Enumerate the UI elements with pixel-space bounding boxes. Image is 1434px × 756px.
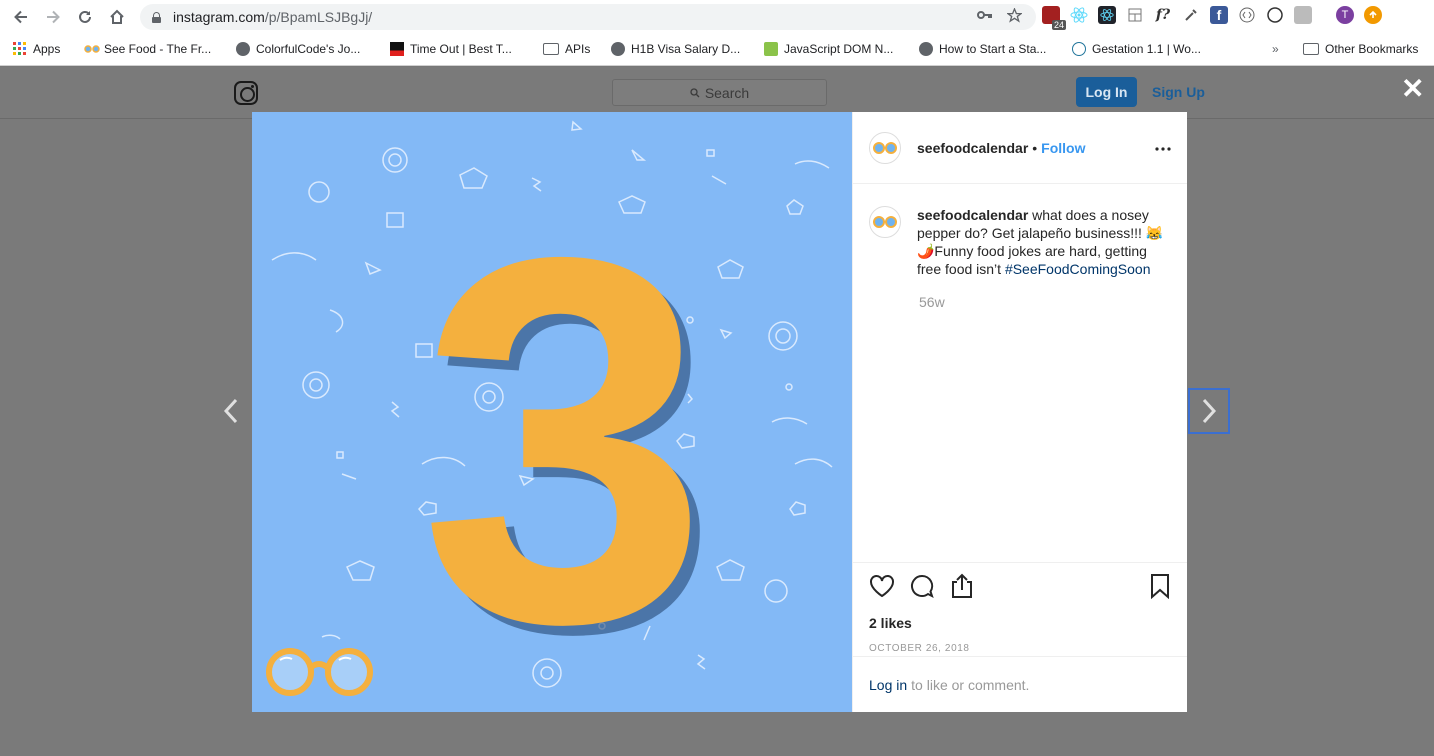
login-link[interactable]: Log in <box>869 677 907 693</box>
bookmark-apps[interactable]: Apps <box>13 42 60 56</box>
bookmark-apis[interactable]: APIs <box>543 42 590 56</box>
post-username[interactable]: seefoodcalendar <box>917 140 1028 156</box>
login-button[interactable]: Log In <box>1076 77 1137 107</box>
bookmarks-bar: Apps See Food - The Fr... ColorfulCode's… <box>0 34 1434 66</box>
more-options-icon[interactable] <box>1155 134 1171 157</box>
confetti-pattern: 3 3 <box>266 120 833 712</box>
globe-icon <box>919 42 933 56</box>
bookmark-label: ColorfulCode's Jo... <box>256 42 361 56</box>
bookmark-start-startup[interactable]: How to Start a Sta... <box>919 42 1046 56</box>
bookmark-javascript-dom[interactable]: JavaScript DOM N... <box>764 42 893 56</box>
comment-icon[interactable] <box>909 574 935 603</box>
bookmark-label: How to Start a Sta... <box>939 42 1047 56</box>
login-prompt-text: to like or comment. <box>911 676 1030 693</box>
post-image[interactable]: 3 3 <box>252 112 852 712</box>
folder-icon <box>1303 43 1319 55</box>
react-devtools-icon[interactable] <box>1070 6 1088 24</box>
heart-icon[interactable] <box>869 574 895 603</box>
grey-extension-icon[interactable] <box>1294 6 1312 24</box>
bookmark-label: Time Out | Best T... <box>410 42 512 56</box>
caption-avatar[interactable] <box>869 206 901 238</box>
bookmark-label: Apps <box>33 42 61 56</box>
browser-toolbar: instagram.com/p/BpamLSJBgJj/ 24 f? f T <box>0 0 1434 34</box>
bookmark-gestation[interactable]: Gestation 1.1 | Wo... <box>1072 42 1201 56</box>
post-date: OCTOBER 26, 2018 <box>869 643 970 654</box>
bookmark-label: See Food - The Fr... <box>104 42 212 56</box>
globe-icon <box>236 42 250 56</box>
globe-icon <box>611 42 625 56</box>
previous-post-arrow-icon[interactable] <box>220 394 244 428</box>
time-ago[interactable]: 56w <box>919 294 945 310</box>
glasses-logo-icon <box>266 648 373 696</box>
address-bar[interactable]: instagram.com/p/BpamLSJBgJj/ <box>140 4 1036 30</box>
avatar[interactable] <box>869 131 901 164</box>
eyedropper-icon[interactable] <box>1182 6 1200 24</box>
post-sidebar: seefoodcalendar • Follow seefoodcalendar… <box>852 112 1187 712</box>
forward-arrow-icon[interactable] <box>38 2 68 32</box>
key-icon[interactable] <box>977 8 993 27</box>
caption-text: seefoodcalendar what does a nosey pepper… <box>917 206 1173 278</box>
react-dark-icon[interactable] <box>1098 6 1116 24</box>
pdf-extension-icon[interactable]: 24 <box>1042 6 1066 30</box>
post-actions: 2 likes OCTOBER 26, 2018 <box>853 562 1187 654</box>
post-caption: seefoodcalendar what does a nosey pepper… <box>869 206 1173 278</box>
star-icon[interactable] <box>1005 7 1024 27</box>
post-modal: 3 3 seefoodcalendar • Follow seefoodcale… <box>252 112 1187 712</box>
bookmark-label: JavaScript DOM N... <box>784 42 894 56</box>
bookmark-other[interactable]: Other Bookmarks <box>1303 42 1418 56</box>
bookmark-label: Gestation 1.1 | Wo... <box>1092 42 1201 56</box>
bookmark-see-food[interactable]: See Food - The Fr... <box>84 42 211 56</box>
back-arrow-icon[interactable] <box>6 2 36 32</box>
hashtag-link[interactable]: #SeeFoodComingSoon <box>1005 261 1151 277</box>
likes-count[interactable]: 2 likes <box>869 615 1171 631</box>
home-icon[interactable] <box>102 2 132 32</box>
next-post-arrow-icon[interactable] <box>1188 388 1230 434</box>
bookmark-time-out[interactable]: Time Out | Best T... <box>390 42 512 56</box>
wordpress-icon <box>1072 42 1086 56</box>
circle-extension-icon[interactable] <box>1266 6 1284 24</box>
bookmark-label: Other Bookmarks <box>1325 42 1419 56</box>
glasses-favicon-icon <box>84 42 100 56</box>
folder-icon <box>543 43 559 55</box>
signup-link[interactable]: Sign Up <box>1152 84 1205 100</box>
bookmarks-overflow-chevron[interactable]: » <box>1272 42 1279 56</box>
facebook-icon[interactable]: f <box>1210 6 1228 24</box>
post-header: seefoodcalendar • Follow <box>853 112 1187 184</box>
search-input[interactable]: Search <box>612 79 827 106</box>
share-icon[interactable] <box>949 573 975 604</box>
close-icon[interactable]: ✕ <box>1401 75 1424 103</box>
code-brackets-icon[interactable] <box>1238 6 1256 24</box>
apps-grid-icon <box>13 42 27 56</box>
lock-icon <box>152 11 161 23</box>
url-text: instagram.com/p/BpamLSJBgJj/ <box>173 9 373 25</box>
follow-button[interactable]: Follow <box>1041 140 1085 156</box>
profile-avatar[interactable]: T <box>1336 6 1354 24</box>
formula-icon[interactable]: f? <box>1154 6 1172 24</box>
bookmark-label: H1B Visa Salary D... <box>631 42 741 56</box>
w3-favicon-icon <box>764 42 778 56</box>
bookmark-h1b[interactable]: H1B Visa Salary D... <box>611 42 740 56</box>
big-numeral: 3 <box>419 150 708 712</box>
reload-icon[interactable] <box>70 2 100 32</box>
bookmark-label: APIs <box>565 42 591 56</box>
dot-separator: • <box>1032 139 1038 156</box>
search-icon <box>690 87 700 97</box>
update-icon[interactable] <box>1364 6 1382 24</box>
bookmark-save-icon[interactable] <box>1149 573 1171 604</box>
layout-grid-icon[interactable] <box>1126 6 1144 24</box>
instagram-logo-icon[interactable] <box>234 81 258 105</box>
timeout-favicon-icon <box>390 42 404 56</box>
login-prompt: Log in to like or comment. <box>853 656 1187 712</box>
bookmark-colorfulcode[interactable]: ColorfulCode's Jo... <box>236 42 360 56</box>
search-placeholder: Search <box>704 84 750 101</box>
caption-username[interactable]: seefoodcalendar <box>917 207 1028 223</box>
overflow-label: » <box>1272 42 1279 56</box>
